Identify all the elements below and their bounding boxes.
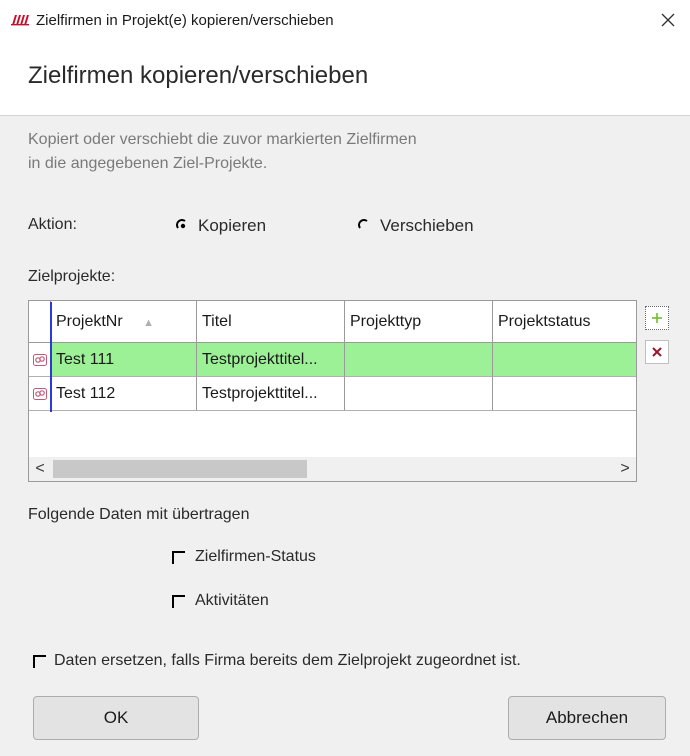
cell-projektnr[interactable]: Test 112 xyxy=(51,377,197,411)
column-header-titel[interactable]: Titel xyxy=(197,301,345,343)
horizontal-scrollbar[interactable]: < > xyxy=(29,457,636,481)
projects-label: Zielprojekte: xyxy=(28,268,116,285)
checkbox-icon xyxy=(172,594,185,608)
description-line-1: Kopiert oder verschiebt die zuvor markie… xyxy=(28,131,417,148)
project-link-icon xyxy=(33,353,47,366)
scroll-left-icon[interactable]: < xyxy=(29,457,51,481)
dialog-heading: Zielfirmen kopieren/verschieben xyxy=(28,62,369,89)
cell-titel[interactable]: Testprojekttitel... xyxy=(197,377,345,411)
sort-ascending-icon: ▲ xyxy=(143,317,155,329)
cell-projektstatus[interactable] xyxy=(493,343,636,377)
close-button[interactable] xyxy=(654,6,682,34)
close-icon xyxy=(661,13,675,27)
checkbox-aktivitaeten[interactable]: Aktivitäten xyxy=(172,592,269,610)
cell-projektnr[interactable]: Test 111 xyxy=(51,343,197,377)
radio-verschieben-label: Verschieben xyxy=(380,216,474,235)
table-row[interactable]: Test 111 Testprojekttitel... xyxy=(29,343,636,377)
grid-header: ProjektNr ▲ Titel Projekttyp Projektstat… xyxy=(29,301,636,343)
window-title: Zielfirmen in Projekt(e) kopieren/versch… xyxy=(36,11,334,29)
radio-kopieren-label: Kopieren xyxy=(198,216,267,235)
cell-projektstatus[interactable] xyxy=(493,377,636,411)
checkbox-zielfirmen-status-label: Zielfirmen-Status xyxy=(195,548,316,565)
cell-projekttyp[interactable] xyxy=(345,343,493,377)
title-bar: Zielfirmen in Projekt(e) kopieren/versch… xyxy=(0,0,690,40)
dialog-header: Zielfirmen kopieren/verschieben xyxy=(0,40,690,116)
description: Kopiert oder verschiebt die zuvor markie… xyxy=(28,128,417,176)
cell-titel[interactable]: Testprojekttitel... xyxy=(197,343,345,377)
scroll-right-icon[interactable]: > xyxy=(614,457,636,481)
scrollbar-thumb[interactable] xyxy=(53,460,307,478)
table-row[interactable]: Test 112 Testprojekttitel... xyxy=(29,377,636,411)
checkbox-zielfirmen-status[interactable]: Zielfirmen-Status xyxy=(172,548,316,566)
description-line-2: in die angegebenen Ziel-Projekte. xyxy=(28,155,268,172)
cancel-button[interactable]: Abbrechen xyxy=(508,696,666,740)
plus-icon xyxy=(652,313,662,323)
checkbox-aktivitaeten-label: Aktivitäten xyxy=(195,592,269,609)
radio-verschieben[interactable]: Verschieben xyxy=(358,216,474,236)
app-logo-icon xyxy=(10,14,30,26)
radio-kopieren[interactable]: Kopieren xyxy=(176,216,266,236)
remove-project-button[interactable] xyxy=(645,340,669,364)
row-indicator xyxy=(29,343,51,377)
checkbox-daten-ersetzen[interactable]: Daten ersetzen, falls Firma bereits dem … xyxy=(33,652,521,670)
transfer-label: Folgende Daten mit übertragen xyxy=(28,506,250,523)
column-header-projektstatus[interactable]: Projektstatus xyxy=(493,301,636,343)
projects-grid[interactable]: ProjektNr ▲ Titel Projekttyp Projektstat… xyxy=(28,300,637,482)
cell-projekttyp[interactable] xyxy=(345,377,493,411)
radio-unselected-icon xyxy=(358,219,372,233)
ok-button[interactable]: OK xyxy=(33,696,199,740)
action-label: Aktion: xyxy=(28,216,77,233)
project-link-icon xyxy=(33,387,47,400)
row-indicator xyxy=(29,377,51,411)
current-row-indicator-line xyxy=(50,302,52,412)
checkbox-icon xyxy=(33,654,46,668)
column-header-projektnr[interactable]: ProjektNr ▲ xyxy=(51,301,197,343)
radio-selected-icon xyxy=(176,219,190,233)
checkbox-daten-ersetzen-label: Daten ersetzen, falls Firma bereits dem … xyxy=(54,652,521,669)
delete-x-icon xyxy=(652,347,662,357)
column-header-projektnr-label: ProjektNr xyxy=(56,313,123,330)
add-project-button[interactable] xyxy=(645,306,669,330)
column-header-projekttyp[interactable]: Projekttyp xyxy=(345,301,493,343)
header-row-indicator xyxy=(29,301,51,343)
checkbox-icon xyxy=(172,550,185,564)
